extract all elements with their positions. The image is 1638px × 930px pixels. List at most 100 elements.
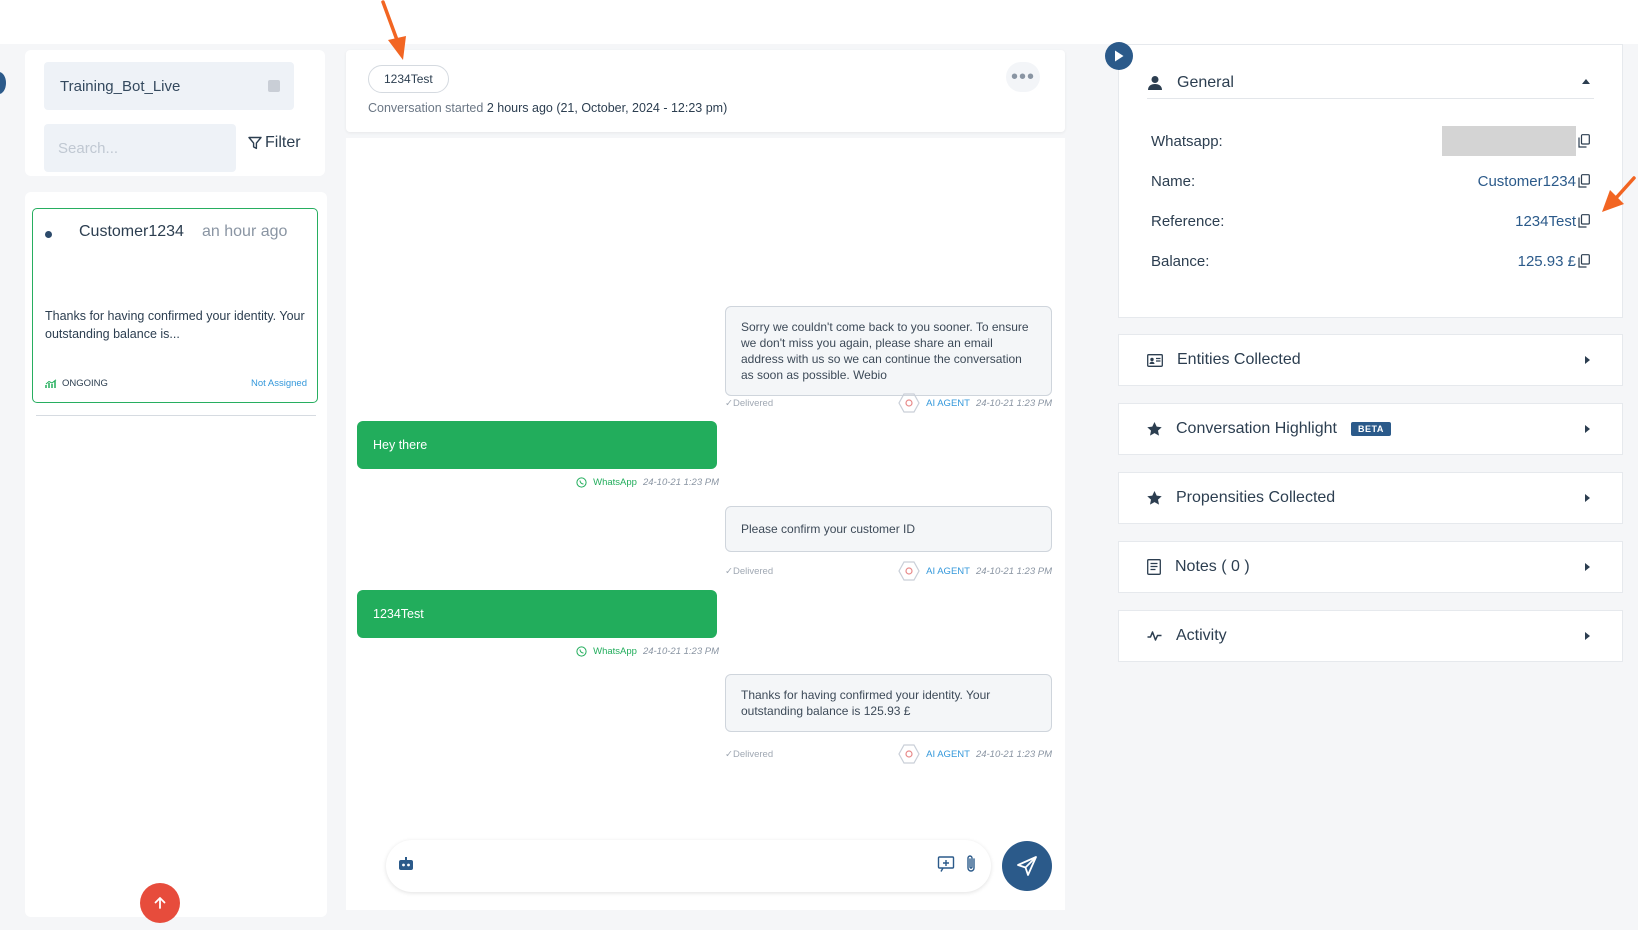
agent-name: AI AGENT <box>926 748 970 760</box>
conversation-list: Customer1234 an hour ago Thanks for havi… <box>25 192 327 917</box>
filter-label: Filter <box>265 134 301 151</box>
field-label: Whatsapp: <box>1151 132 1223 150</box>
filter-button[interactable]: Filter <box>248 134 301 152</box>
add-note-icon[interactable] <box>937 855 955 873</box>
field-value-text: 125.93 £ <box>1517 252 1576 270</box>
conversation-customer-name: Customer1234 <box>79 223 184 240</box>
channel-name: WhatsApp <box>593 476 637 488</box>
id-card-icon <box>1147 353 1163 367</box>
attachment-icon[interactable] <box>965 854 977 874</box>
panel-header: Notes ( 0 ) <box>1147 542 1250 592</box>
conversation-status: ONGOING <box>45 378 108 389</box>
conversation-preview: Thanks for having confirmed your identit… <box>45 309 305 341</box>
entities-collected-panel[interactable]: Entities Collected <box>1118 334 1623 386</box>
panel-title: Entities Collected <box>1177 351 1301 368</box>
agent-info: AI AGENT 24-10-21 1:23 PM <box>898 744 1052 764</box>
filter-icon <box>248 136 262 150</box>
beta-badge: BETA <box>1350 422 1391 436</box>
user-icon <box>1148 75 1162 90</box>
message-time: 24-10-21 1:23 PM <box>975 565 1052 577</box>
message-input[interactable] <box>426 850 886 882</box>
ai-message-meta: ✓Delivered AI AGENT 24-10-21 1:23 PM <box>725 393 1052 413</box>
message-composer <box>386 840 991 892</box>
agent-info: AI AGENT 24-10-21 1:23 PM <box>898 561 1052 581</box>
started-time: 2 hours ago (21, October, 2024 - 12:23 p… <box>486 101 728 115</box>
collapse-handle[interactable] <box>0 72 6 94</box>
panel-title: Notes ( 0 ) <box>1175 558 1250 575</box>
field-value <box>1442 126 1590 156</box>
copy-icon[interactable] <box>1578 214 1590 228</box>
chevron-right-icon <box>1585 425 1590 433</box>
copy-icon[interactable] <box>1578 174 1590 188</box>
ai-message: Please confirm your customer ID <box>725 506 1052 552</box>
panel-title: Propensities Collected <box>1176 489 1336 506</box>
copy-icon[interactable] <box>1578 134 1590 148</box>
field-balance: Balance: 125.93 £ <box>1151 249 1594 273</box>
message-text: Thanks for having confirmed your identit… <box>741 688 991 718</box>
field-value-text: 1234Test <box>1515 212 1576 230</box>
field-value: 1234Test <box>1515 213 1590 230</box>
delivery-status: ✓Delivered <box>725 566 774 577</box>
message-text: Sorry we couldn't come back to you soone… <box>741 320 1029 382</box>
panel-title: Activity <box>1176 627 1227 644</box>
panel-title: Conversation Highlight <box>1176 420 1337 437</box>
agent-name: AI AGENT <box>926 565 970 577</box>
field-reference: Reference: 1234Test <box>1151 209 1594 233</box>
field-value: 125.93 £ <box>1518 253 1590 270</box>
copy-icon[interactable] <box>1578 254 1590 268</box>
field-label: Name: <box>1151 172 1196 190</box>
conversation-highlight-panel[interactable]: Conversation Highlight BETA <box>1118 403 1623 455</box>
general-panel-header[interactable]: General <box>1147 67 1594 99</box>
ai-message-meta: ✓Delivered AI AGENT 24-10-21 1:23 PM <box>725 561 1052 581</box>
details-toggle-button[interactable] <box>1105 42 1133 70</box>
message-text: Please confirm your customer ID <box>741 522 916 536</box>
field-label: Reference: <box>1151 212 1225 230</box>
message-time: 24-10-21 1:23 PM <box>642 645 719 657</box>
activity-icon <box>1147 631 1162 641</box>
chevron-right-icon <box>1585 632 1590 640</box>
agent-name: AI AGENT <box>926 397 970 409</box>
bot-icon[interactable] <box>397 857 415 871</box>
bot-name: Training_Bot_Live <box>60 77 181 95</box>
panel-header: Conversation Highlight BETA <box>1147 404 1391 454</box>
scroll-top-button[interactable] <box>140 883 180 923</box>
started-prefix: Conversation started <box>368 101 484 115</box>
search-input[interactable] <box>44 124 236 172</box>
bot-selector-icon <box>268 80 280 92</box>
message-time: 24-10-21 1:23 PM <box>975 397 1052 409</box>
user-message-meta: WhatsApp 24-10-21 1:23 PM <box>357 474 719 490</box>
message-time: 24-10-21 1:23 PM <box>642 476 719 488</box>
bot-selector[interactable]: Training_Bot_Live <box>44 62 294 110</box>
redacted-value <box>1442 126 1576 156</box>
panel-header: Entities Collected <box>1147 335 1301 385</box>
ai-message: Thanks for having confirmed your identit… <box>725 674 1052 732</box>
field-value-text: Customer1234 <box>1477 172 1576 190</box>
field-whatsapp: Whatsapp: <box>1151 126 1594 156</box>
star-icon <box>1147 422 1162 436</box>
user-message: Hey there <box>357 421 717 469</box>
left-toolbar: Training_Bot_Live Filter <box>25 50 325 176</box>
delivery-status: ✓Delivered <box>725 749 774 760</box>
general-title: General <box>1177 73 1234 91</box>
chevron-right-icon <box>1585 356 1590 364</box>
ai-message-meta: ✓Delivered AI AGENT 24-10-21 1:23 PM <box>725 744 1052 764</box>
field-value: Customer1234 <box>1478 173 1590 190</box>
ai-agent-icon <box>898 393 920 413</box>
signal-chart-icon <box>45 378 57 388</box>
chevron-up-icon <box>1582 79 1590 84</box>
propensities-collected-panel[interactable]: Propensities Collected <box>1118 472 1623 524</box>
send-button[interactable] <box>1002 841 1052 891</box>
conversation-assignee[interactable]: Not Assigned <box>251 378 307 389</box>
activity-panel[interactable]: Activity <box>1118 610 1623 662</box>
panel-header: Propensities Collected <box>1147 473 1335 523</box>
arrow-up-icon <box>154 897 166 909</box>
panel-header: Activity <box>1147 611 1227 661</box>
more-options-button[interactable]: ••• <box>1006 62 1040 92</box>
conversation-item[interactable]: Customer1234 an hour ago Thanks for havi… <box>32 208 318 403</box>
agent-info: AI AGENT 24-10-21 1:23 PM <box>898 393 1052 413</box>
notes-panel[interactable]: Notes ( 0 ) <box>1118 541 1623 593</box>
delivery-status: ✓Delivered <box>725 398 774 409</box>
star-icon <box>1147 491 1162 505</box>
conversation-started: Conversation started 2 hours ago (21, Oc… <box>368 101 727 115</box>
user-message: 1234Test <box>357 590 717 638</box>
